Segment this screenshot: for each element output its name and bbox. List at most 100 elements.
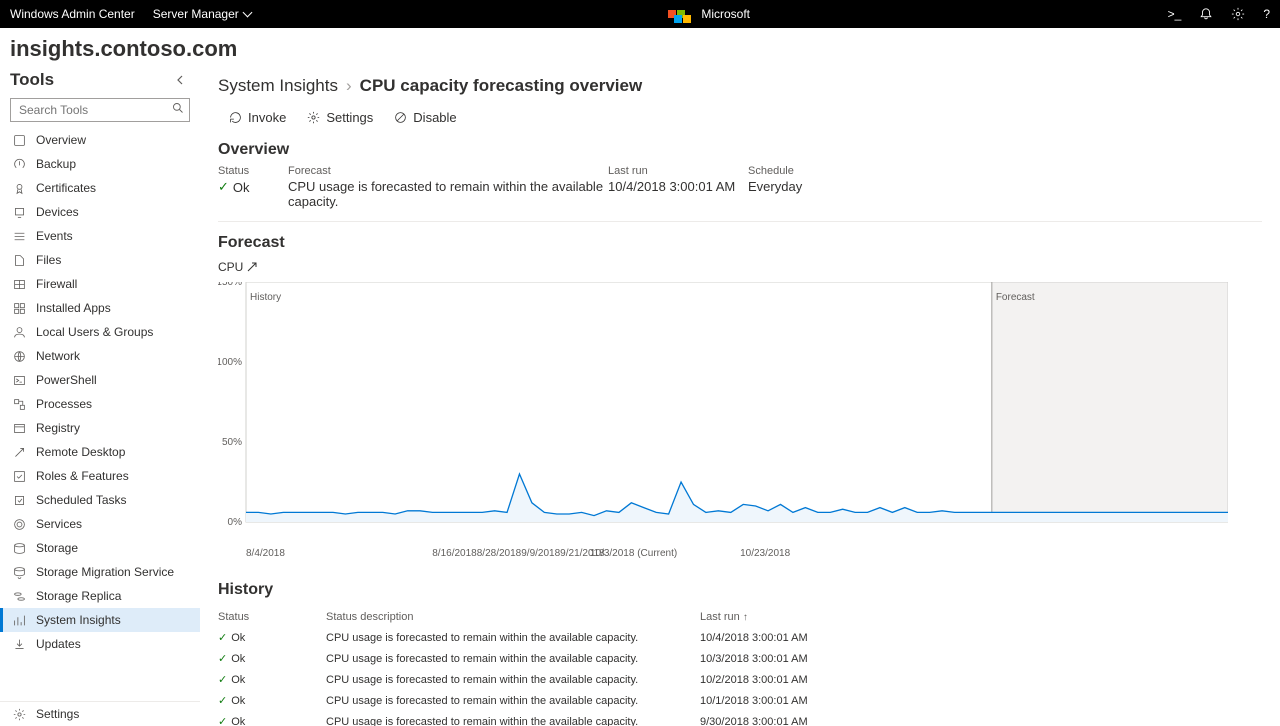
overview-status-value: Ok — [233, 180, 250, 195]
sidebar-item-label: Updates — [36, 637, 81, 651]
overview-icon — [12, 133, 26, 147]
events-icon — [12, 229, 26, 243]
overview-status-label: Status — [218, 165, 288, 177]
history-row[interactable]: ✓OkCPU usage is forecasted to remain wit… — [218, 690, 1262, 711]
sidebar-item-label: Storage — [36, 541, 78, 555]
sidebar-item-powershell[interactable]: PowerShell — [0, 368, 200, 392]
microsoft-brand: Microsoft — [701, 7, 750, 21]
settings-button[interactable]: Settings — [306, 110, 373, 125]
disable-button[interactable]: Disable — [393, 110, 456, 125]
sidebar-item-storage[interactable]: Storage — [0, 536, 200, 560]
sidebar-item-remote-desktop[interactable]: Remote Desktop — [0, 440, 200, 464]
sidebar-item-label: Backup — [36, 157, 76, 171]
sidebar-settings[interactable]: Settings — [0, 702, 200, 726]
console-icon[interactable]: >_ — [1168, 7, 1182, 21]
backup-icon — [12, 157, 26, 171]
xaxis-tick: 10/3/2018 (Current) — [590, 548, 677, 559]
overview-schedule-label: Schedule — [748, 165, 868, 177]
history-row[interactable]: ✓OkCPU usage is forecasted to remain wit… — [218, 648, 1262, 669]
files-icon — [12, 253, 26, 267]
apps-icon — [12, 301, 26, 315]
toolbar: Invoke Settings Disable — [218, 106, 1262, 137]
help-icon[interactable]: ? — [1263, 7, 1270, 21]
sidebar-item-label: PowerShell — [36, 373, 97, 387]
xaxis-tick: 9/9/2018 — [521, 548, 560, 559]
history-col-status[interactable]: Status — [218, 611, 326, 623]
overview-forecast-label: Forecast — [288, 165, 608, 177]
invoke-button[interactable]: Invoke — [228, 110, 286, 125]
sidebar-item-events[interactable]: Events — [0, 224, 200, 248]
history-row[interactable]: ✓OkCPU usage is forecasted to remain wit… — [218, 711, 1262, 726]
sidebar-item-label: Local Users & Groups — [36, 325, 153, 339]
replica-icon — [12, 589, 26, 603]
history-col-lastrun[interactable]: Last run ↑ — [700, 611, 1262, 623]
firewall-icon — [12, 277, 26, 291]
sidebar-item-devices[interactable]: Devices — [0, 200, 200, 224]
history-row[interactable]: ✓OkCPU usage is forecasted to remain wit… — [218, 669, 1262, 690]
sidebar-item-label: Certificates — [36, 181, 96, 195]
registry-icon — [12, 421, 26, 435]
xaxis-tick: 8/28/2018 — [477, 548, 522, 559]
main-content: System Insights › CPU capacity forecasti… — [200, 66, 1280, 726]
sidebar-item-storage-migration-service[interactable]: Storage Migration Service — [0, 560, 200, 584]
check-icon: ✓ — [218, 179, 229, 195]
sidebar-item-scheduled-tasks[interactable]: Scheduled Tasks — [0, 488, 200, 512]
xaxis-tick: 8/16/2018 — [432, 548, 477, 559]
sidebar-item-processes[interactable]: Processes — [0, 392, 200, 416]
overview-heading: Overview — [218, 137, 1262, 165]
sidebar-item-storage-replica[interactable]: Storage Replica — [0, 584, 200, 608]
sidebar-item-backup[interactable]: Backup — [0, 152, 200, 176]
sidebar-item-overview[interactable]: Overview — [0, 128, 200, 152]
gear-icon[interactable] — [1231, 7, 1245, 21]
sidebar-item-label: Processes — [36, 397, 92, 411]
breadcrumb-parent[interactable]: System Insights — [218, 76, 338, 96]
sidebar-item-files[interactable]: Files — [0, 248, 200, 272]
check-icon: ✓ — [218, 694, 227, 707]
sidebar-item-local-users-groups[interactable]: Local Users & Groups — [0, 320, 200, 344]
history-col-desc[interactable]: Status description — [326, 611, 700, 623]
gear-icon — [12, 707, 26, 721]
certificates-icon — [12, 181, 26, 195]
app-name: Windows Admin Center — [10, 7, 135, 21]
context-dropdown[interactable]: Server Manager — [153, 7, 251, 21]
search-tools-input[interactable] — [10, 98, 190, 122]
sidebar-item-label: Storage Migration Service — [36, 565, 174, 579]
sidebar-item-registry[interactable]: Registry — [0, 416, 200, 440]
xaxis-tick: 10/23/2018 — [740, 548, 790, 559]
chevron-right-icon: › — [346, 76, 352, 96]
sidebar: Tools Overview Backup Certificates DevicesE… — [0, 66, 200, 726]
blocked-icon — [393, 111, 407, 125]
history-heading: History — [218, 577, 1262, 605]
sidebar-item-updates[interactable]: Updates — [0, 632, 200, 656]
svg-text:0%: 0% — [228, 517, 243, 528]
sidebar-item-roles-features[interactable]: Roles & Features — [0, 464, 200, 488]
check-icon: ✓ — [218, 652, 227, 665]
sidebar-item-label: Firewall — [36, 277, 77, 291]
insights-icon — [12, 613, 26, 627]
sidebar-item-network[interactable]: Network — [0, 344, 200, 368]
collapse-sidebar-icon[interactable] — [172, 71, 190, 89]
sidebar-item-services[interactable]: Services — [0, 512, 200, 536]
notifications-icon[interactable] — [1199, 7, 1213, 21]
history-header: Status Status description Last run ↑ — [218, 605, 1262, 627]
svg-text:100%: 100% — [218, 357, 242, 368]
users-icon — [12, 325, 26, 339]
overview-row: Status ✓Ok Forecast CPU usage is forecas… — [218, 165, 1262, 222]
forecast-chart: 0%50%100%150%HistoryForecast — [218, 282, 1262, 542]
breadcrumb: System Insights › CPU capacity forecasti… — [218, 74, 1262, 106]
check-icon: ✓ — [218, 673, 227, 686]
sidebar-item-system-insights[interactable]: System Insights — [0, 608, 200, 632]
sidebar-item-certificates[interactable]: Certificates — [0, 176, 200, 200]
svg-text:Forecast: Forecast — [996, 292, 1035, 303]
sidebar-item-label: Network — [36, 349, 80, 363]
gear-icon — [306, 111, 320, 125]
sidebar-item-installed-apps[interactable]: Installed Apps — [0, 296, 200, 320]
sidebar-item-label: Storage Replica — [36, 589, 121, 603]
sidebar-item-label: Services — [36, 517, 82, 531]
expand-icon[interactable] — [247, 262, 257, 272]
tasks-icon — [12, 493, 26, 507]
tools-title: Tools — [10, 70, 54, 90]
check-icon: ✓ — [218, 715, 227, 726]
sidebar-item-firewall[interactable]: Firewall — [0, 272, 200, 296]
history-row[interactable]: ✓OkCPU usage is forecasted to remain wit… — [218, 627, 1262, 648]
